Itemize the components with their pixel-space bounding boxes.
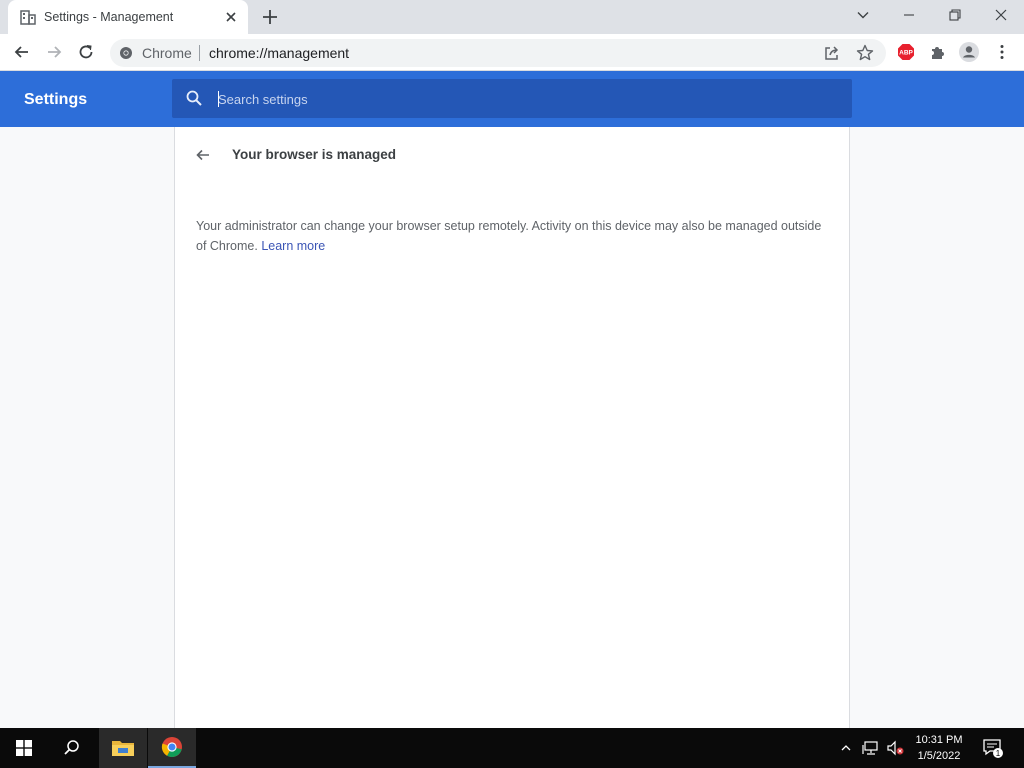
close-icon [995, 9, 1007, 21]
search-input[interactable] [218, 88, 818, 110]
menu-button[interactable] [988, 38, 1016, 66]
chrome-logo-icon [161, 737, 182, 758]
adblock-plus-icon: ABP [898, 44, 914, 60]
minimize-icon [904, 14, 914, 16]
profile-button[interactable] [955, 38, 983, 66]
reload-button[interactable] [72, 38, 100, 66]
chrome-logo-icon [120, 47, 132, 59]
share-icon[interactable] [822, 43, 842, 63]
page-title: Your browser is managed [232, 147, 397, 162]
settings-header: Settings [0, 71, 1024, 127]
omnibox-divider [199, 45, 200, 61]
tab-settings-management[interactable]: Settings - Management [8, 0, 248, 34]
close-window-button[interactable] [978, 0, 1024, 30]
start-button[interactable] [0, 728, 48, 768]
file-explorer-button[interactable] [99, 728, 147, 768]
clock-time: 10:31 PM [915, 734, 963, 746]
tab-strip: Settings - Management [0, 0, 1024, 34]
notification-count: 1 [996, 749, 1001, 758]
avatar-icon [959, 42, 979, 62]
minimize-button[interactable] [886, 0, 932, 30]
bookmark-star-icon[interactable] [855, 43, 875, 63]
new-tab-icon[interactable] [258, 5, 282, 29]
windows-taskbar: 10:31 PM 1/5/2022 1 [0, 728, 1024, 768]
management-card: Your browser is managed Your administrat… [174, 127, 850, 728]
search-icon [64, 740, 79, 755]
action-center-button[interactable]: 1 [982, 737, 1004, 759]
close-tab-icon[interactable] [222, 8, 240, 26]
arrow-left-icon [196, 149, 209, 161]
restore-button[interactable] [932, 0, 978, 30]
folder-icon [112, 741, 134, 756]
volume-tray-button[interactable] [885, 738, 905, 758]
show-hidden-icons-button[interactable] [836, 738, 856, 758]
volume-muted-icon [887, 740, 904, 756]
network-icon [862, 741, 878, 755]
learn-more-link[interactable]: Learn more [261, 239, 325, 253]
kebab-menu-icon [1000, 45, 1004, 59]
adblock-plus-button[interactable]: ABP [892, 38, 920, 66]
tab-search-button[interactable] [840, 0, 886, 30]
back-button[interactable] [8, 38, 36, 66]
address-bar[interactable]: Chrome chrome://management [110, 39, 886, 67]
chrome-chip: Chrome [142, 45, 192, 61]
chrome-taskbar-button[interactable] [148, 728, 196, 768]
building-icon [20, 10, 36, 25]
url-text[interactable]: chrome://management [209, 45, 349, 61]
taskbar-search-button[interactable] [48, 728, 96, 768]
arrow-right-icon [48, 46, 62, 58]
arrow-left-icon [14, 46, 28, 58]
puzzle-icon [932, 47, 944, 59]
reload-icon [79, 45, 93, 59]
abp-label: ABP [899, 50, 913, 57]
extensions-button[interactable] [924, 38, 952, 66]
search-icon [186, 90, 202, 106]
clock-date: 1/5/2022 [917, 750, 961, 762]
restore-icon [949, 9, 961, 21]
notification-icon: 1 [983, 739, 1003, 758]
chevron-up-icon [841, 745, 851, 751]
settings-title: Settings [24, 91, 88, 108]
tab-title: Settings - Management [44, 10, 174, 24]
search-box[interactable] [172, 79, 852, 118]
text-cursor [218, 91, 219, 107]
back-to-settings-button[interactable] [191, 145, 215, 165]
browser-toolbar: Chrome chrome://management ABP [0, 34, 1024, 71]
taskbar-clock[interactable]: 10:31 PM 1/5/2022 [908, 732, 970, 764]
forward-button[interactable] [40, 38, 68, 66]
network-tray-button[interactable] [861, 738, 881, 758]
windows-logo-icon [16, 740, 32, 756]
chevron-down-icon [857, 12, 869, 19]
management-description: Your administrator can change your brows… [196, 216, 826, 256]
